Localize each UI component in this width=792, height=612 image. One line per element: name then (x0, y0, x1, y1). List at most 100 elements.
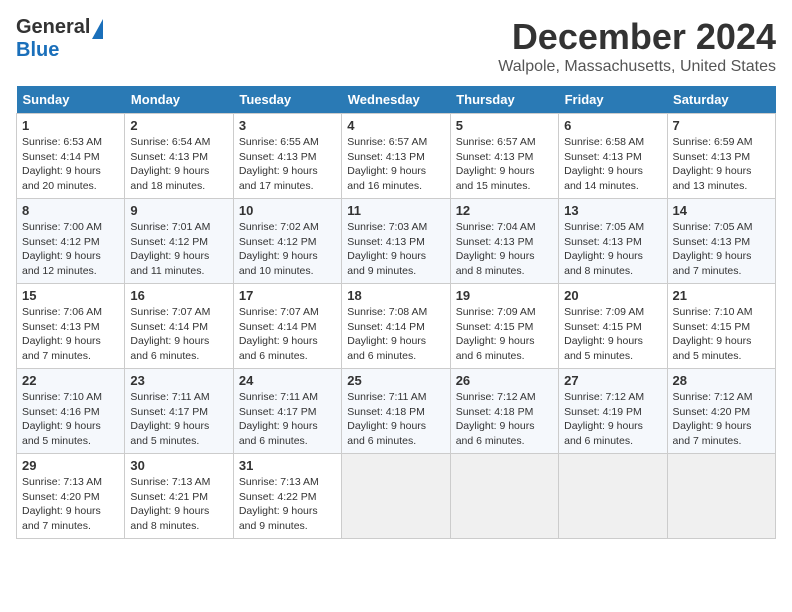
day-info: Sunrise: 7:04 AMSunset: 4:13 PMDaylight:… (456, 220, 553, 279)
day-number: 3 (239, 118, 336, 133)
month-title: December 2024 (498, 16, 776, 58)
day-info: Sunrise: 7:11 AMSunset: 4:17 PMDaylight:… (130, 390, 227, 449)
day-info: Sunrise: 7:13 AMSunset: 4:20 PMDaylight:… (22, 475, 119, 534)
day-number: 6 (564, 118, 661, 133)
calendar-cell: 9 Sunrise: 7:01 AMSunset: 4:12 PMDaylight… (125, 199, 233, 284)
day-number: 22 (22, 373, 119, 388)
calendar-cell: 3 Sunrise: 6:55 AMSunset: 4:13 PMDaylight… (233, 114, 341, 199)
logo: General Blue (16, 16, 103, 62)
day-info: Sunrise: 7:03 AMSunset: 4:13 PMDaylight:… (347, 220, 444, 279)
calendar-cell: 2 Sunrise: 6:54 AMSunset: 4:13 PMDaylight… (125, 114, 233, 199)
day-info: Sunrise: 7:12 AMSunset: 4:20 PMDaylight:… (673, 390, 770, 449)
page-container: General Blue December 2024 Walpole, Mass… (16, 16, 776, 539)
day-number: 1 (22, 118, 119, 133)
day-info: Sunrise: 7:11 AMSunset: 4:18 PMDaylight:… (347, 390, 444, 449)
day-number: 7 (673, 118, 770, 133)
day-number: 4 (347, 118, 444, 133)
calendar-cell: 20Sunrise: 7:09 AMSunset: 4:15 PMDayligh… (559, 284, 667, 369)
logo-triangle-icon (92, 19, 103, 39)
day-info: Sunrise: 7:10 AMSunset: 4:15 PMDaylight:… (673, 305, 770, 364)
calendar-cell (559, 454, 667, 539)
day-number: 15 (22, 288, 119, 303)
calendar-cell: 19 Sunrise: 7:09 AMSunset: 4:15 PMDayligh… (450, 284, 558, 369)
calendar-cell: 23 Sunrise: 7:11 AMSunset: 4:17 PMDayligh… (125, 369, 233, 454)
calendar-header: Sunday Monday Tuesday Wednesday Thursday… (17, 86, 776, 114)
col-friday: Friday (559, 86, 667, 114)
calendar-cell: 29 Sunrise: 7:13 AMSunset: 4:20 PMDayligh… (17, 454, 125, 539)
calendar-cell: 6Sunrise: 6:58 AMSunset: 4:13 PMDaylight… (559, 114, 667, 199)
day-number: 29 (22, 458, 119, 473)
calendar-cell: 10 Sunrise: 7:02 AMSunset: 4:12 PMDayligh… (233, 199, 341, 284)
day-info: Sunrise: 7:10 AMSunset: 4:16 PMDaylight:… (22, 390, 119, 449)
logo-general: General (16, 16, 90, 39)
day-number: 19 (456, 288, 553, 303)
calendar-cell: 13Sunrise: 7:05 AMSunset: 4:13 PMDayligh… (559, 199, 667, 284)
calendar-cell (342, 454, 450, 539)
calendar-cell: 15Sunrise: 7:06 AMSunset: 4:13 PMDayligh… (17, 284, 125, 369)
calendar-cell: 30 Sunrise: 7:13 AMSunset: 4:21 PMDayligh… (125, 454, 233, 539)
col-monday: Monday (125, 86, 233, 114)
day-info: Sunrise: 6:55 AMSunset: 4:13 PMDaylight:… (239, 135, 336, 194)
logo-line1: General (16, 16, 103, 39)
day-info: Sunrise: 7:11 AMSunset: 4:17 PMDaylight:… (239, 390, 336, 449)
calendar-cell: 25 Sunrise: 7:11 AMSunset: 4:18 PMDayligh… (342, 369, 450, 454)
calendar-cell (450, 454, 558, 539)
logo-blue: Blue (16, 39, 59, 61)
col-thursday: Thursday (450, 86, 558, 114)
day-info: Sunrise: 6:54 AMSunset: 4:13 PMDaylight:… (130, 135, 227, 194)
calendar-week-row: 15Sunrise: 7:06 AMSunset: 4:13 PMDayligh… (17, 284, 776, 369)
calendar-cell: 7 Sunrise: 6:59 AMSunset: 4:13 PMDaylight… (667, 114, 775, 199)
day-info: Sunrise: 7:07 AMSunset: 4:14 PMDaylight:… (130, 305, 227, 364)
day-number: 23 (130, 373, 227, 388)
calendar-cell: 17Sunrise: 7:07 AMSunset: 4:14 PMDayligh… (233, 284, 341, 369)
day-number: 26 (456, 373, 553, 388)
day-info: Sunrise: 6:59 AMSunset: 4:13 PMDaylight:… (673, 135, 770, 194)
day-number: 10 (239, 203, 336, 218)
day-number: 2 (130, 118, 227, 133)
day-number: 9 (130, 203, 227, 218)
day-number: 14 (673, 203, 770, 218)
day-number: 12 (456, 203, 553, 218)
calendar-cell: 27Sunrise: 7:12 AMSunset: 4:19 PMDayligh… (559, 369, 667, 454)
calendar-cell: 24 Sunrise: 7:11 AMSunset: 4:17 PMDayligh… (233, 369, 341, 454)
day-number: 27 (564, 373, 661, 388)
day-number: 24 (239, 373, 336, 388)
day-number: 17 (239, 288, 336, 303)
day-info: Sunrise: 7:13 AMSunset: 4:21 PMDaylight:… (130, 475, 227, 534)
calendar-week-row: 1Sunrise: 6:53 AMSunset: 4:14 PMDaylight… (17, 114, 776, 199)
calendar-cell: 4 Sunrise: 6:57 AMSunset: 4:13 PMDaylight… (342, 114, 450, 199)
calendar-cell: 22 Sunrise: 7:10 AMSunset: 4:16 PMDayligh… (17, 369, 125, 454)
calendar-cell: 8Sunrise: 7:00 AMSunset: 4:12 PMDaylight… (17, 199, 125, 284)
calendar-cell (667, 454, 775, 539)
calendar-cell: 5 Sunrise: 6:57 AMSunset: 4:13 PMDaylight… (450, 114, 558, 199)
day-number: 21 (673, 288, 770, 303)
calendar-cell: 1Sunrise: 6:53 AMSunset: 4:14 PMDaylight… (17, 114, 125, 199)
day-info: Sunrise: 7:12 AMSunset: 4:18 PMDaylight:… (456, 390, 553, 449)
day-number: 30 (130, 458, 227, 473)
day-info: Sunrise: 7:08 AMSunset: 4:14 PMDaylight:… (347, 305, 444, 364)
calendar-cell: 28Sunrise: 7:12 AMSunset: 4:20 PMDayligh… (667, 369, 775, 454)
calendar-table: Sunday Monday Tuesday Wednesday Thursday… (16, 86, 776, 539)
day-number: 18 (347, 288, 444, 303)
col-tuesday: Tuesday (233, 86, 341, 114)
day-info: Sunrise: 7:01 AMSunset: 4:12 PMDaylight:… (130, 220, 227, 279)
day-info: Sunrise: 6:57 AMSunset: 4:13 PMDaylight:… (456, 135, 553, 194)
day-number: 31 (239, 458, 336, 473)
day-number: 20 (564, 288, 661, 303)
col-wednesday: Wednesday (342, 86, 450, 114)
header-row: Sunday Monday Tuesday Wednesday Thursday… (17, 86, 776, 114)
day-info: Sunrise: 7:13 AMSunset: 4:22 PMDaylight:… (239, 475, 336, 534)
title-section: December 2024 Walpole, Massachusetts, Un… (498, 16, 776, 76)
calendar-cell: 18 Sunrise: 7:08 AMSunset: 4:14 PMDayligh… (342, 284, 450, 369)
day-number: 16 (130, 288, 227, 303)
location-title: Walpole, Massachusetts, United States (498, 58, 776, 76)
day-info: Sunrise: 7:09 AMSunset: 4:15 PMDaylight:… (456, 305, 553, 364)
day-number: 8 (22, 203, 119, 218)
day-number: 11 (347, 203, 444, 218)
calendar-body: 1Sunrise: 6:53 AMSunset: 4:14 PMDaylight… (17, 114, 776, 539)
day-info: Sunrise: 7:02 AMSunset: 4:12 PMDaylight:… (239, 220, 336, 279)
day-number: 25 (347, 373, 444, 388)
day-number: 5 (456, 118, 553, 133)
day-info: Sunrise: 6:57 AMSunset: 4:13 PMDaylight:… (347, 135, 444, 194)
day-info: Sunrise: 7:05 AMSunset: 4:13 PMDaylight:… (673, 220, 770, 279)
